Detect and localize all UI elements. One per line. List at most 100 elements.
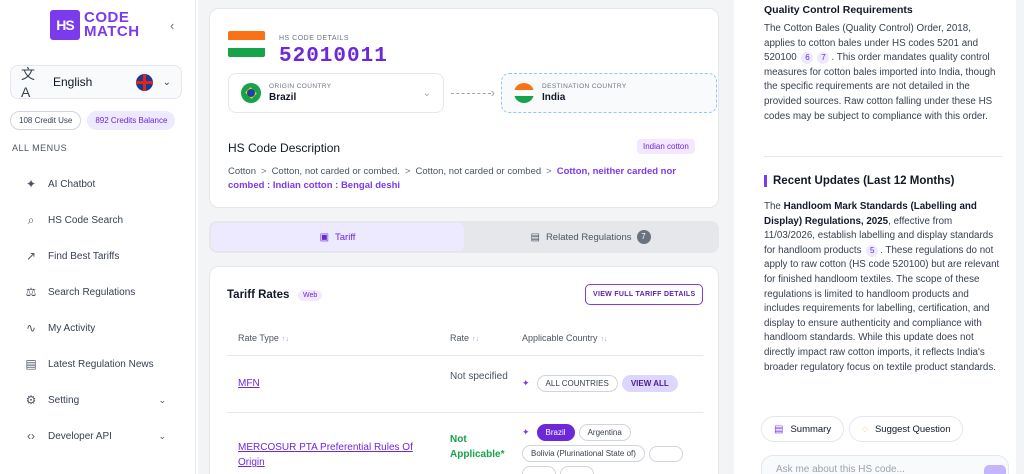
sidebar-item-label: Developer API — [48, 430, 112, 442]
trend-icon: ↗ — [25, 249, 37, 263]
path-separator: > — [546, 166, 552, 177]
main-panel: HS CODE DETAILS 52010011 ORIGIN COUNTRY … — [198, 0, 734, 474]
sidebar-item-label: Find Best Tariffs — [48, 250, 120, 262]
sidebar: HS CODE MATCH ‹ 文A English ⌄ 108 Credit … — [0, 0, 196, 474]
path-segment: Cotton, not carded or combed — [415, 166, 542, 177]
column-header-rate[interactable]: Rate ↑↓ — [450, 333, 479, 343]
tab-label: Related Regulations — [545, 231, 632, 243]
rate-type-link[interactable]: MERCOSUR PTA Preferential Rules Of Origi… — [238, 440, 428, 470]
sidebar-item-find-best-tariffs[interactable]: ↗ Find Best Tariffs — [0, 238, 196, 274]
origin-country-select[interactable]: ORIGIN COUNTRY Brazil ⌄ — [228, 73, 444, 113]
country-chip[interactable] — [648, 445, 683, 462]
language-selector[interactable]: 文A English ⌄ — [10, 65, 182, 100]
destination-country-label: DESTINATION COUNTRY — [542, 83, 627, 90]
path-separator: > — [404, 166, 411, 177]
translate-icon: 文A — [21, 66, 35, 100]
rate-type-link[interactable]: MFN — [238, 376, 260, 391]
citation-badge[interactable]: 7 — [817, 52, 830, 65]
recent-updates-text: The Handloom Mark Standards (Labelling a… — [764, 201, 1000, 373]
credits-row: 108 Credit Use 892 Credits Balance — [10, 111, 176, 130]
sidebar-item-ai-chatbot[interactable]: ✦ AI Chatbot — [0, 166, 196, 202]
scrollbar[interactable] — [1016, 0, 1024, 474]
chevron-down-icon: ⌄ — [158, 394, 166, 405]
summary-button[interactable]: ▤ Summary — [761, 416, 845, 442]
sidebar-item-label: HS Code Search — [48, 214, 124, 226]
path-segment: Cotton — [228, 166, 256, 177]
sparkle-icon: ✦ — [522, 378, 530, 388]
citation-badge[interactable]: 6 — [801, 52, 814, 65]
tab-tariff[interactable]: ▣ Tariff — [211, 223, 464, 251]
sidebar-item-label: Search Regulations — [48, 286, 136, 298]
column-header-applicable-country[interactable]: Applicable Country ↑↓ — [522, 333, 608, 343]
destination-country-box[interactable]: DESTINATION COUNTRY India — [501, 73, 717, 113]
chat-input[interactable]: Ask me about this HS code... — [761, 455, 1009, 474]
rate-value: Not specified — [450, 371, 508, 382]
sort-icon: ↑↓ — [600, 336, 608, 343]
divider — [227, 355, 703, 356]
tariff-rates-card: Tariff Rates Web VIEW FULL TARIFF DETAIL… — [209, 266, 719, 474]
scale-icon: ⚖ — [25, 285, 37, 299]
logo-mark: HS — [50, 10, 80, 40]
sparkle-icon: ✦ — [522, 427, 530, 437]
chevron-down-icon: ⌄ — [158, 430, 166, 441]
country-chip[interactable]: Brazil — [536, 424, 575, 441]
sidebar-item-label: AI Chatbot — [48, 178, 96, 190]
recent-updates-heading: Recent Updates (Last 12 Months) — [764, 175, 954, 187]
gear-icon: ⚙ — [25, 393, 37, 407]
collapse-sidebar-icon[interactable]: ‹ — [170, 18, 174, 33]
country-chip[interactable]: ALL COUNTRIES — [536, 375, 618, 392]
sidebar-nav: ✦ AI Chatbot ⌕ HS Code Search ↗ Find Bes… — [0, 166, 196, 454]
sort-icon: ↑↓ — [281, 336, 289, 343]
path-separator: > — [261, 166, 267, 177]
related-count-badge: 7 — [636, 230, 651, 244]
sparkle-icon: ✦ — [25, 177, 37, 191]
receipt-icon: ▣ — [319, 231, 330, 243]
hs-code-details-card: HS CODE DETAILS 52010011 ORIGIN COUNTRY … — [209, 8, 719, 208]
origin-country-value: Brazil — [269, 92, 297, 103]
chevron-down-icon: ⌄ — [422, 87, 431, 99]
country-chip[interactable] — [560, 466, 594, 474]
sidebar-item-my-activity[interactable]: ∿ My Activity — [0, 310, 196, 346]
document-icon: ▤ — [774, 423, 784, 435]
category-tag: Indian cotton — [637, 139, 695, 154]
quality-control-heading: Quality Control Requirements — [764, 4, 913, 16]
country-chip[interactable]: Argentina — [578, 424, 631, 441]
sidebar-item-search-regulations[interactable]: ⚖ Search Regulations — [0, 274, 196, 310]
web-source-tag: Web — [298, 290, 323, 301]
column-header-rate-type[interactable]: Rate Type ↑↓ — [238, 333, 289, 343]
send-button[interactable] — [984, 465, 1006, 474]
hs-code-label: HS CODE DETAILS — [279, 35, 349, 42]
sidebar-item-label: Latest Regulation News — [48, 358, 154, 370]
uk-flag-icon — [135, 73, 153, 91]
ai-answer-panel: Quality Control Requirements The Cotton … — [746, 0, 1024, 474]
logo[interactable]: HS CODE MATCH — [50, 10, 140, 40]
suggest-question-button[interactable]: ◌ Suggest Question — [849, 416, 964, 442]
india-flag-icon — [228, 31, 265, 57]
divider — [764, 156, 1002, 157]
tab-related-regulations[interactable]: ▤ Related Regulations 7 — [464, 223, 717, 251]
lightbulb-icon: ◌ — [862, 423, 868, 435]
sidebar-item-setting[interactable]: ⚙ Setting ⌄ — [0, 382, 196, 418]
citation-badge[interactable]: 5 — [866, 244, 879, 257]
country-chip[interactable]: Bolivia (Plurinational State of) — [522, 445, 645, 462]
sidebar-item-developer-api[interactable]: ‹› Developer API ⌄ — [0, 418, 196, 454]
destination-country-value: India — [542, 92, 566, 103]
tab-label: Tariff — [335, 231, 356, 243]
origin-country-label: ORIGIN COUNTRY — [269, 83, 332, 90]
menus-title: ALL MENUS — [12, 143, 68, 153]
sidebar-item-hs-code-search[interactable]: ⌕ HS Code Search — [0, 202, 196, 238]
sidebar-item-label: Setting — [48, 394, 80, 406]
hs-description-title: HS Code Description — [228, 141, 341, 155]
logo-line-2: MATCH — [84, 23, 140, 40]
country-chips: ✦ Brazil Argentina Bolivia (Plurinationa… — [522, 424, 712, 474]
app: HS CODE MATCH ‹ 文A English ⌄ 108 Credit … — [0, 0, 1024, 474]
view-all-button[interactable]: VIEW ALL — [621, 375, 678, 392]
sidebar-item-label: My Activity — [48, 322, 96, 334]
credit-use-badge: 108 Credit Use — [10, 111, 82, 130]
country-chip[interactable] — [522, 466, 556, 474]
heartbeat-icon: ∿ — [25, 321, 37, 335]
sidebar-item-latest-regulation-news[interactable]: ▤ Latest Regulation News — [0, 346, 196, 382]
india-flag-icon — [514, 83, 534, 103]
view-full-tariff-button[interactable]: VIEW FULL TARIFF DETAILS — [585, 284, 704, 305]
credits-balance-badge[interactable]: 892 Credits Balance — [87, 111, 176, 130]
